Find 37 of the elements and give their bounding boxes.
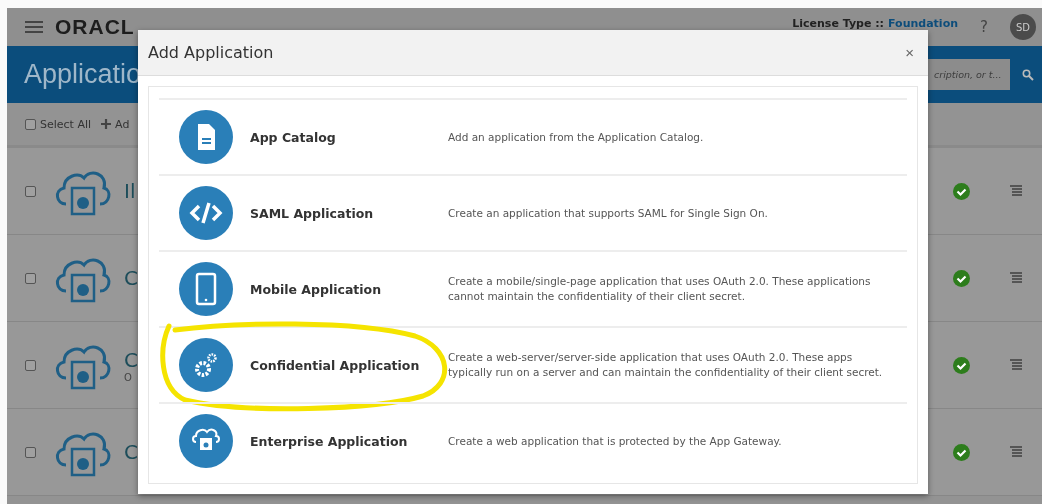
enterprise-app-icon bbox=[179, 414, 233, 468]
row-checkbox[interactable] bbox=[25, 359, 36, 371]
search-icon[interactable] bbox=[1022, 68, 1034, 81]
mobile-app-icon bbox=[179, 262, 233, 316]
row-checkbox[interactable] bbox=[25, 446, 36, 458]
application-type-option[interactable]: Enterprise Application Create a web application that is protected by the App Gateway. bbox=[159, 402, 907, 478]
app-name: C bbox=[124, 347, 138, 372]
close-button[interactable]: × bbox=[901, 44, 918, 61]
user-avatar[interactable]: SD bbox=[1010, 14, 1036, 40]
app-name: C bbox=[124, 440, 138, 464]
plus-icon bbox=[101, 119, 112, 129]
confidential-app-icon bbox=[179, 338, 233, 392]
menu-icon[interactable] bbox=[25, 20, 43, 34]
page-title: Applicatio bbox=[24, 59, 142, 90]
application-type-option[interactable]: Mobile Application Create a mobile/single-page application that uses OAuth 2.0. These applications cannot maintain the confidentiality of their client secret. bbox=[159, 250, 907, 326]
row-menu-icon[interactable] bbox=[1010, 359, 1022, 371]
add-button[interactable]: Ad bbox=[101, 117, 130, 131]
help-button[interactable]: ? bbox=[980, 18, 988, 36]
license-label: License Type :: bbox=[792, 17, 884, 30]
app-name: Il bbox=[124, 179, 136, 203]
row-menu-icon[interactable] bbox=[1010, 446, 1022, 458]
catalog-app-icon bbox=[179, 110, 233, 164]
row-checkbox[interactable] bbox=[25, 272, 36, 284]
application-type-option[interactable]: Confidential Application Create a web-server/server-side application that uses OAuth 2.0. These apps typically run on a server and can maintain the confidentiality of their client secret. bbox=[159, 326, 907, 402]
logo: ORACL bbox=[55, 15, 135, 39]
app-name: C bbox=[124, 266, 138, 290]
app-subtitle: O bbox=[124, 371, 133, 383]
row-menu-icon[interactable] bbox=[1010, 185, 1022, 197]
dialog-title: Add Application bbox=[148, 43, 274, 62]
license-value: Foundation bbox=[888, 17, 959, 30]
row-menu-icon[interactable] bbox=[1010, 272, 1022, 284]
application-type-option[interactable]: SAML Application Create an application that supports SAML for Single Sign On. bbox=[159, 174, 907, 250]
row-checkbox[interactable] bbox=[25, 185, 36, 197]
saml-app-icon bbox=[179, 186, 233, 240]
select-all-checkbox[interactable]: Select All bbox=[25, 117, 92, 131]
search-field[interactable]: cription, or t... bbox=[928, 59, 1010, 90]
application-type-option[interactable]: App Catalog Add an application from the Application Catalog. bbox=[159, 98, 907, 174]
